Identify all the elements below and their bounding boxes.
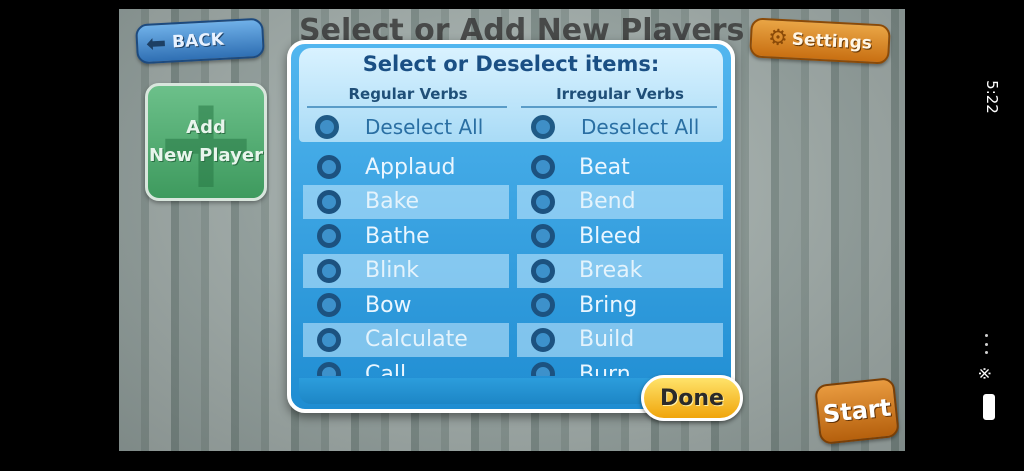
game-screen: Select or Add New Players ⬅ BACK ⚙ Setti…	[119, 9, 905, 451]
radio-button[interactable]	[531, 258, 555, 283]
radio-button[interactable]	[317, 224, 341, 249]
verb-label: Calculate	[365, 327, 468, 353]
verb-label: Bring	[579, 292, 638, 318]
more-dots-icon	[983, 334, 989, 354]
irregular-deselect-label: Deselect All	[581, 115, 700, 139]
radio-button[interactable]	[317, 155, 341, 180]
verb-row-applaud[interactable]: Applaud	[303, 150, 509, 185]
start-label: Start	[821, 393, 893, 429]
verb-label: Bathe	[365, 223, 430, 249]
radio-button[interactable]	[317, 258, 341, 283]
add-player-label-line1: Add	[186, 117, 226, 138]
verb-row-bathe[interactable]: Bathe	[303, 219, 509, 254]
add-player-label-line2: New Player	[149, 145, 263, 166]
verb-row-bring[interactable]: Bring	[517, 288, 723, 323]
verb-label: Blink	[365, 258, 420, 284]
radio-button[interactable]	[317, 327, 341, 352]
radio-button[interactable]	[531, 189, 555, 214]
done-label: Done	[660, 385, 724, 411]
verb-row-break[interactable]: Break	[517, 253, 723, 288]
radio-button[interactable]	[531, 362, 555, 376]
regular-deselect-label: Deselect All	[365, 115, 484, 139]
verb-label: Bow	[365, 292, 412, 318]
radio-button[interactable]	[317, 293, 341, 318]
start-button[interactable]: Start	[814, 376, 900, 446]
gear-icon: ⚙	[767, 25, 789, 52]
back-button[interactable]: ⬅ BACK	[135, 17, 265, 65]
verb-row-bleed[interactable]: Bleed	[517, 219, 723, 254]
back-label: BACK	[171, 29, 225, 53]
radio-button[interactable]	[531, 224, 555, 249]
verb-row-build[interactable]: Build	[517, 322, 723, 357]
verb-label: Call	[365, 361, 407, 376]
settings-button[interactable]: ⚙ Settings	[749, 17, 891, 65]
verb-row-bend[interactable]: Bend	[517, 184, 723, 219]
verb-label: Build	[579, 327, 635, 353]
regular-verbs-header: Regular Verbs	[348, 85, 468, 103]
back-arrow-icon: ⬅	[145, 28, 167, 58]
divider	[307, 106, 507, 108]
radio-button[interactable]	[531, 155, 555, 180]
dialog-title: Select or Deselect items:	[362, 52, 660, 76]
radio-button[interactable]	[531, 327, 555, 352]
radio-button[interactable]	[531, 115, 555, 139]
verb-label: Break	[579, 258, 643, 284]
verb-row-beat[interactable]: Beat	[517, 150, 723, 185]
radio-button[interactable]	[317, 189, 341, 214]
verb-label: Beat	[579, 154, 630, 180]
radio-button[interactable]	[531, 293, 555, 318]
status-time: 5:22	[983, 80, 1001, 114]
verb-label: Burn	[579, 361, 631, 376]
verb-row-bow[interactable]: Bow	[303, 288, 509, 323]
divider	[521, 106, 717, 108]
radio-button[interactable]	[315, 115, 339, 139]
battery-icon	[983, 394, 995, 420]
regular-verbs-list[interactable]: Applaud Bake Bathe Blink Bow Calculate C…	[303, 150, 509, 376]
verb-label: Applaud	[365, 154, 456, 180]
verb-row-blink[interactable]: Blink	[303, 253, 509, 288]
verb-row-burn[interactable]: Burn	[517, 357, 723, 376]
regular-deselect-all[interactable]: Deselect All	[315, 110, 483, 144]
irregular-verbs-header: Irregular Verbs	[556, 85, 684, 103]
verb-label: Bake	[365, 189, 420, 215]
add-new-player-button[interactable]: + Add New Player	[145, 77, 267, 207]
verb-row-call[interactable]: Call	[303, 357, 509, 376]
settings-label: Settings	[791, 29, 873, 54]
irregular-deselect-all[interactable]: Deselect All	[531, 110, 699, 144]
done-button[interactable]: Done	[641, 375, 743, 421]
signal-icon: ※	[975, 366, 995, 381]
verb-label: Bend	[579, 189, 636, 215]
verb-row-bake[interactable]: Bake	[303, 184, 509, 219]
irregular-verbs-list[interactable]: Beat Bend Bleed Break Bring Build Burn	[517, 150, 723, 376]
verb-selection-dialog: Select or Deselect items: Regular Verbs …	[287, 40, 735, 413]
radio-button[interactable]	[317, 362, 341, 376]
verb-label: Bleed	[579, 223, 642, 249]
dialog-header: Select or Deselect items: Regular Verbs …	[299, 48, 723, 142]
verb-row-calculate[interactable]: Calculate	[303, 322, 509, 357]
